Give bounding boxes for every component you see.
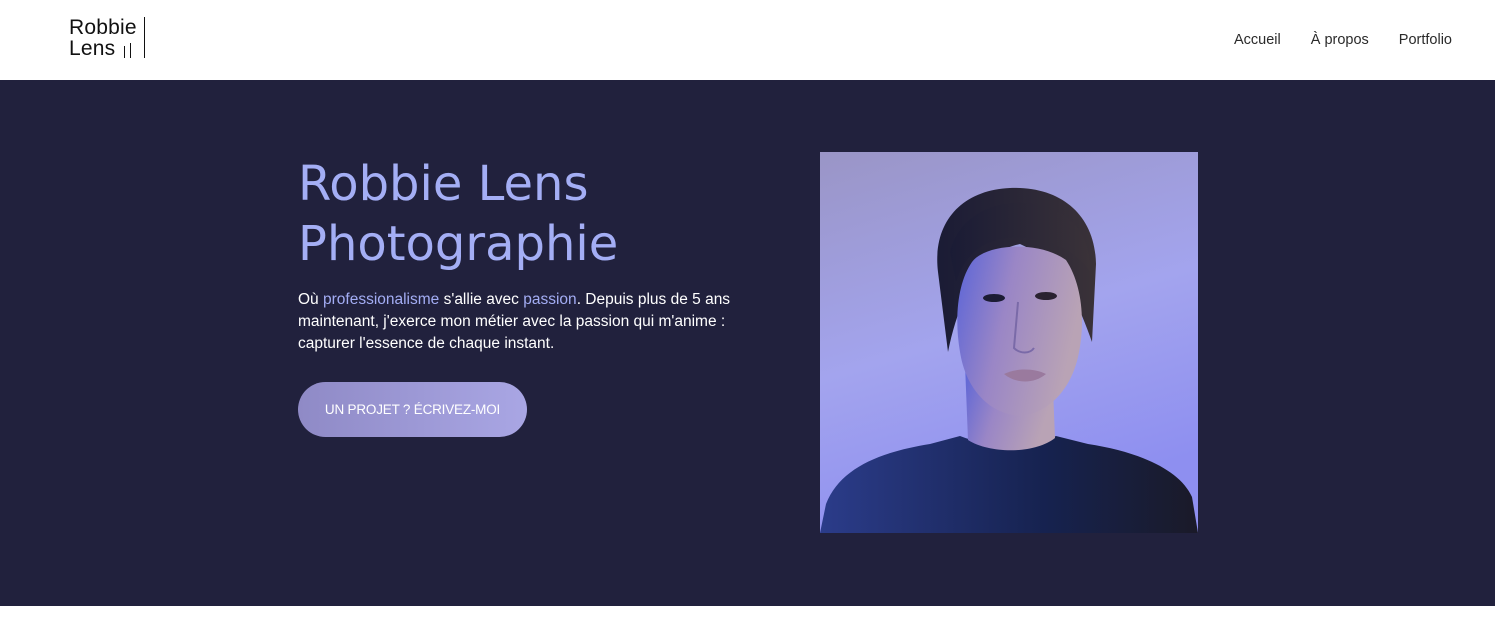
nav-link-accueil[interactable]: Accueil	[1234, 30, 1281, 50]
hero-description: Où professionalisme s'allie avec passion…	[298, 289, 768, 355]
main-nav: Accueil À propos Portfolio	[1234, 30, 1452, 50]
logo-bar	[144, 17, 145, 58]
logo-text-lens: Lens	[69, 37, 116, 60]
hero-text-part2: s'allie avec	[439, 291, 524, 308]
contact-cta-button[interactable]: UN PROJET ? ÉCRIVEZ-MOI	[298, 382, 527, 437]
logo[interactable]: Robbie Lens	[69, 17, 149, 59]
nav-link-a-propos[interactable]: À propos	[1311, 30, 1369, 50]
site-header: Robbie Lens Accueil À propos Portfolio	[0, 0, 1495, 80]
portrait-photo	[820, 152, 1198, 533]
nav-link-portfolio[interactable]: Portfolio	[1399, 30, 1452, 50]
logo-bar	[124, 46, 125, 58]
hero-highlight-passion: passion	[523, 291, 577, 308]
hero-title-line1: Robbie Lens	[298, 156, 589, 212]
hero-title: Robbie Lens Photographie	[298, 154, 778, 274]
hero-section: Robbie Lens Photographie Où professional…	[0, 80, 1495, 606]
logo-bar	[130, 43, 131, 58]
hero-highlight-professionalisme: professionalisme	[322, 291, 440, 308]
hero-text-part1: Où	[298, 291, 323, 308]
logo-text-robbie: Robbie	[69, 16, 137, 39]
hero-title-line2: Photographie	[298, 216, 619, 272]
